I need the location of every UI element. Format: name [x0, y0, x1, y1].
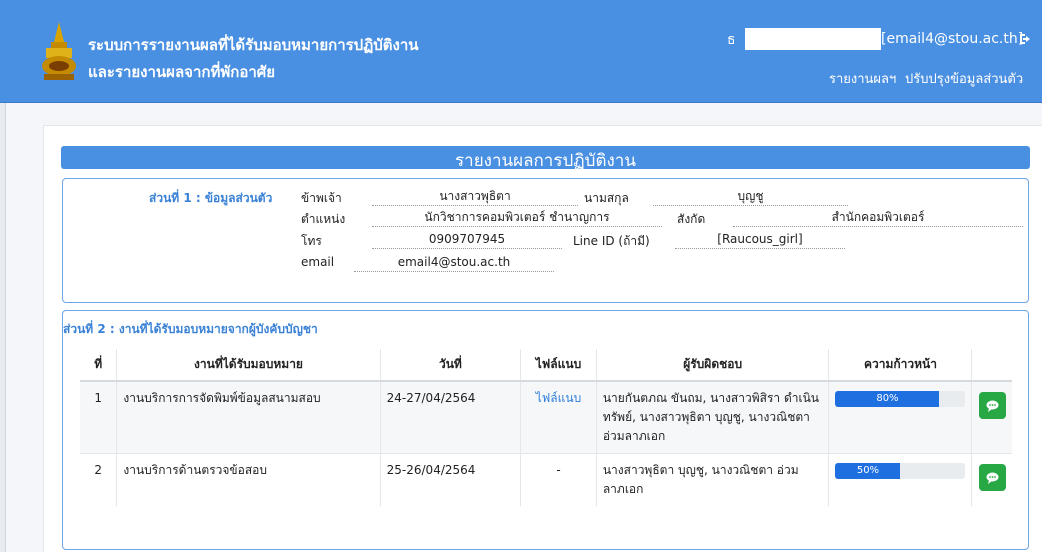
comment-button[interactable]: [978, 392, 1006, 419]
prefix-value: นางสาวพุธิตา: [372, 188, 578, 206]
dept-label: สังกัด: [677, 212, 706, 226]
page-title: รายงานผลการปฏิบัติงาน: [455, 151, 636, 171]
line-label: Line ID (ถ้ามี): [573, 234, 650, 248]
col-date: วันที่: [380, 349, 522, 382]
redacted-user-name: [745, 28, 881, 50]
page-title-bar: รายงานผลการปฏิบัติงาน: [61, 146, 1030, 171]
row-task: งานบริการด้านตรวจข้อสอบ: [116, 453, 381, 506]
tel-label: โทร: [301, 234, 322, 248]
row-owners: นายกันตภณ ขันถม, นางสาวพิสิรา ดำเนินทรัพ…: [596, 380, 830, 454]
row-date: 25-26/04/2564: [380, 453, 522, 506]
position-value: นักวิชาการคอมพิวเตอร์ ชำนาญการ: [372, 209, 662, 227]
user-name: ธ: [727, 32, 736, 48]
row-date: 24-27/04/2564: [380, 380, 522, 454]
assigned-tasks-section: ส่วนที่ 2 : งานที่ได้รับมอบหมายจากผู้บัง…: [62, 310, 1029, 550]
tel-value: 0909707945: [372, 231, 562, 249]
brand-title-line2: และรายงานผลจากที่พักอาศัย: [88, 63, 276, 81]
col-task: งานที่ได้รับมอบหมาย: [116, 349, 381, 382]
table-row: 2 งานบริการด้านตรวจข้อสอบ 25-26/04/2564 …: [80, 453, 1012, 506]
prefix-label: ข้าพเจ้า: [301, 191, 342, 205]
brand-title-line1: ระบบการรายงานผลที่ได้รับมอบหมายการปฏิบัต…: [88, 36, 419, 54]
col-owners: ผู้รับผิดชอบ: [596, 349, 830, 382]
comment-icon: [986, 472, 999, 484]
tasks-table: ที่ งานที่ได้รับมอบหมาย วันที่ ไฟล์แนบ ผ…: [80, 349, 1012, 506]
position-label: ตำแหน่ง: [301, 212, 346, 226]
progress-bar: 80%: [835, 391, 966, 407]
surname-label: นามสกุล: [584, 191, 629, 205]
comment-button[interactable]: [978, 464, 1006, 491]
top-navbar: ระบบการรายงานผลที่ได้รับมอบหมายการปฏิบัต…: [0, 0, 1042, 103]
row-no: 1: [80, 380, 118, 454]
page-edge: [0, 103, 6, 552]
col-progress: ความก้าวหน้า: [828, 349, 973, 382]
university-logo-icon: [42, 22, 76, 80]
table-row: 1 งานบริการการจัดพิมพ์ข้อมูลสนามสอบ 24-2…: [80, 380, 1012, 454]
email-label: email: [301, 255, 335, 269]
nav-report[interactable]: รายงานผลฯ: [829, 68, 896, 89]
row-no: 2: [80, 453, 118, 506]
progress-fill: 50%: [835, 463, 901, 479]
progress-fill: 80%: [835, 391, 940, 407]
progress-bar: 50%: [835, 463, 966, 479]
email-value: email4@stou.ac.th: [354, 254, 554, 272]
logout-icon[interactable]: [1018, 31, 1034, 47]
attachment-link[interactable]: ไฟล์แนบ: [536, 391, 581, 405]
line-value: [Raucous_girl]: [675, 231, 845, 249]
user-email: [email4@stou.ac.th]: [881, 31, 1024, 47]
attachment-none: -: [520, 453, 597, 506]
comment-icon: [986, 400, 999, 412]
col-action: [971, 349, 1012, 382]
row-task: งานบริการการจัดพิมพ์ข้อมูลสนามสอบ: [116, 380, 381, 454]
section2-heading: ส่วนที่ 2 : งานที่ได้รับมอบหมายจากผู้บัง…: [63, 322, 318, 336]
personal-info-section: ส่วนที่ 1 : ข้อมูลส่วนตัว ข้าพเจ้า นางสา…: [62, 178, 1029, 303]
nav-update-profile[interactable]: ปรับปรุงข้อมูลส่วนตัว: [905, 68, 1023, 89]
section1-heading: ส่วนที่ 1 : ข้อมูลส่วนตัว: [149, 191, 273, 205]
col-file: ไฟล์แนบ: [520, 349, 597, 382]
surname-value: บุญชู: [653, 188, 848, 206]
table-header-row: ที่ งานที่ได้รับมอบหมาย วันที่ ไฟล์แนบ ผ…: [80, 349, 1012, 382]
col-no: ที่: [80, 349, 118, 382]
dept-value: สำนักคอมพิวเตอร์: [733, 209, 1023, 227]
row-owners: นางสาวพุธิตา บุญชู, นางวณิชตา อ่วม ลาภเอ…: [596, 453, 830, 506]
